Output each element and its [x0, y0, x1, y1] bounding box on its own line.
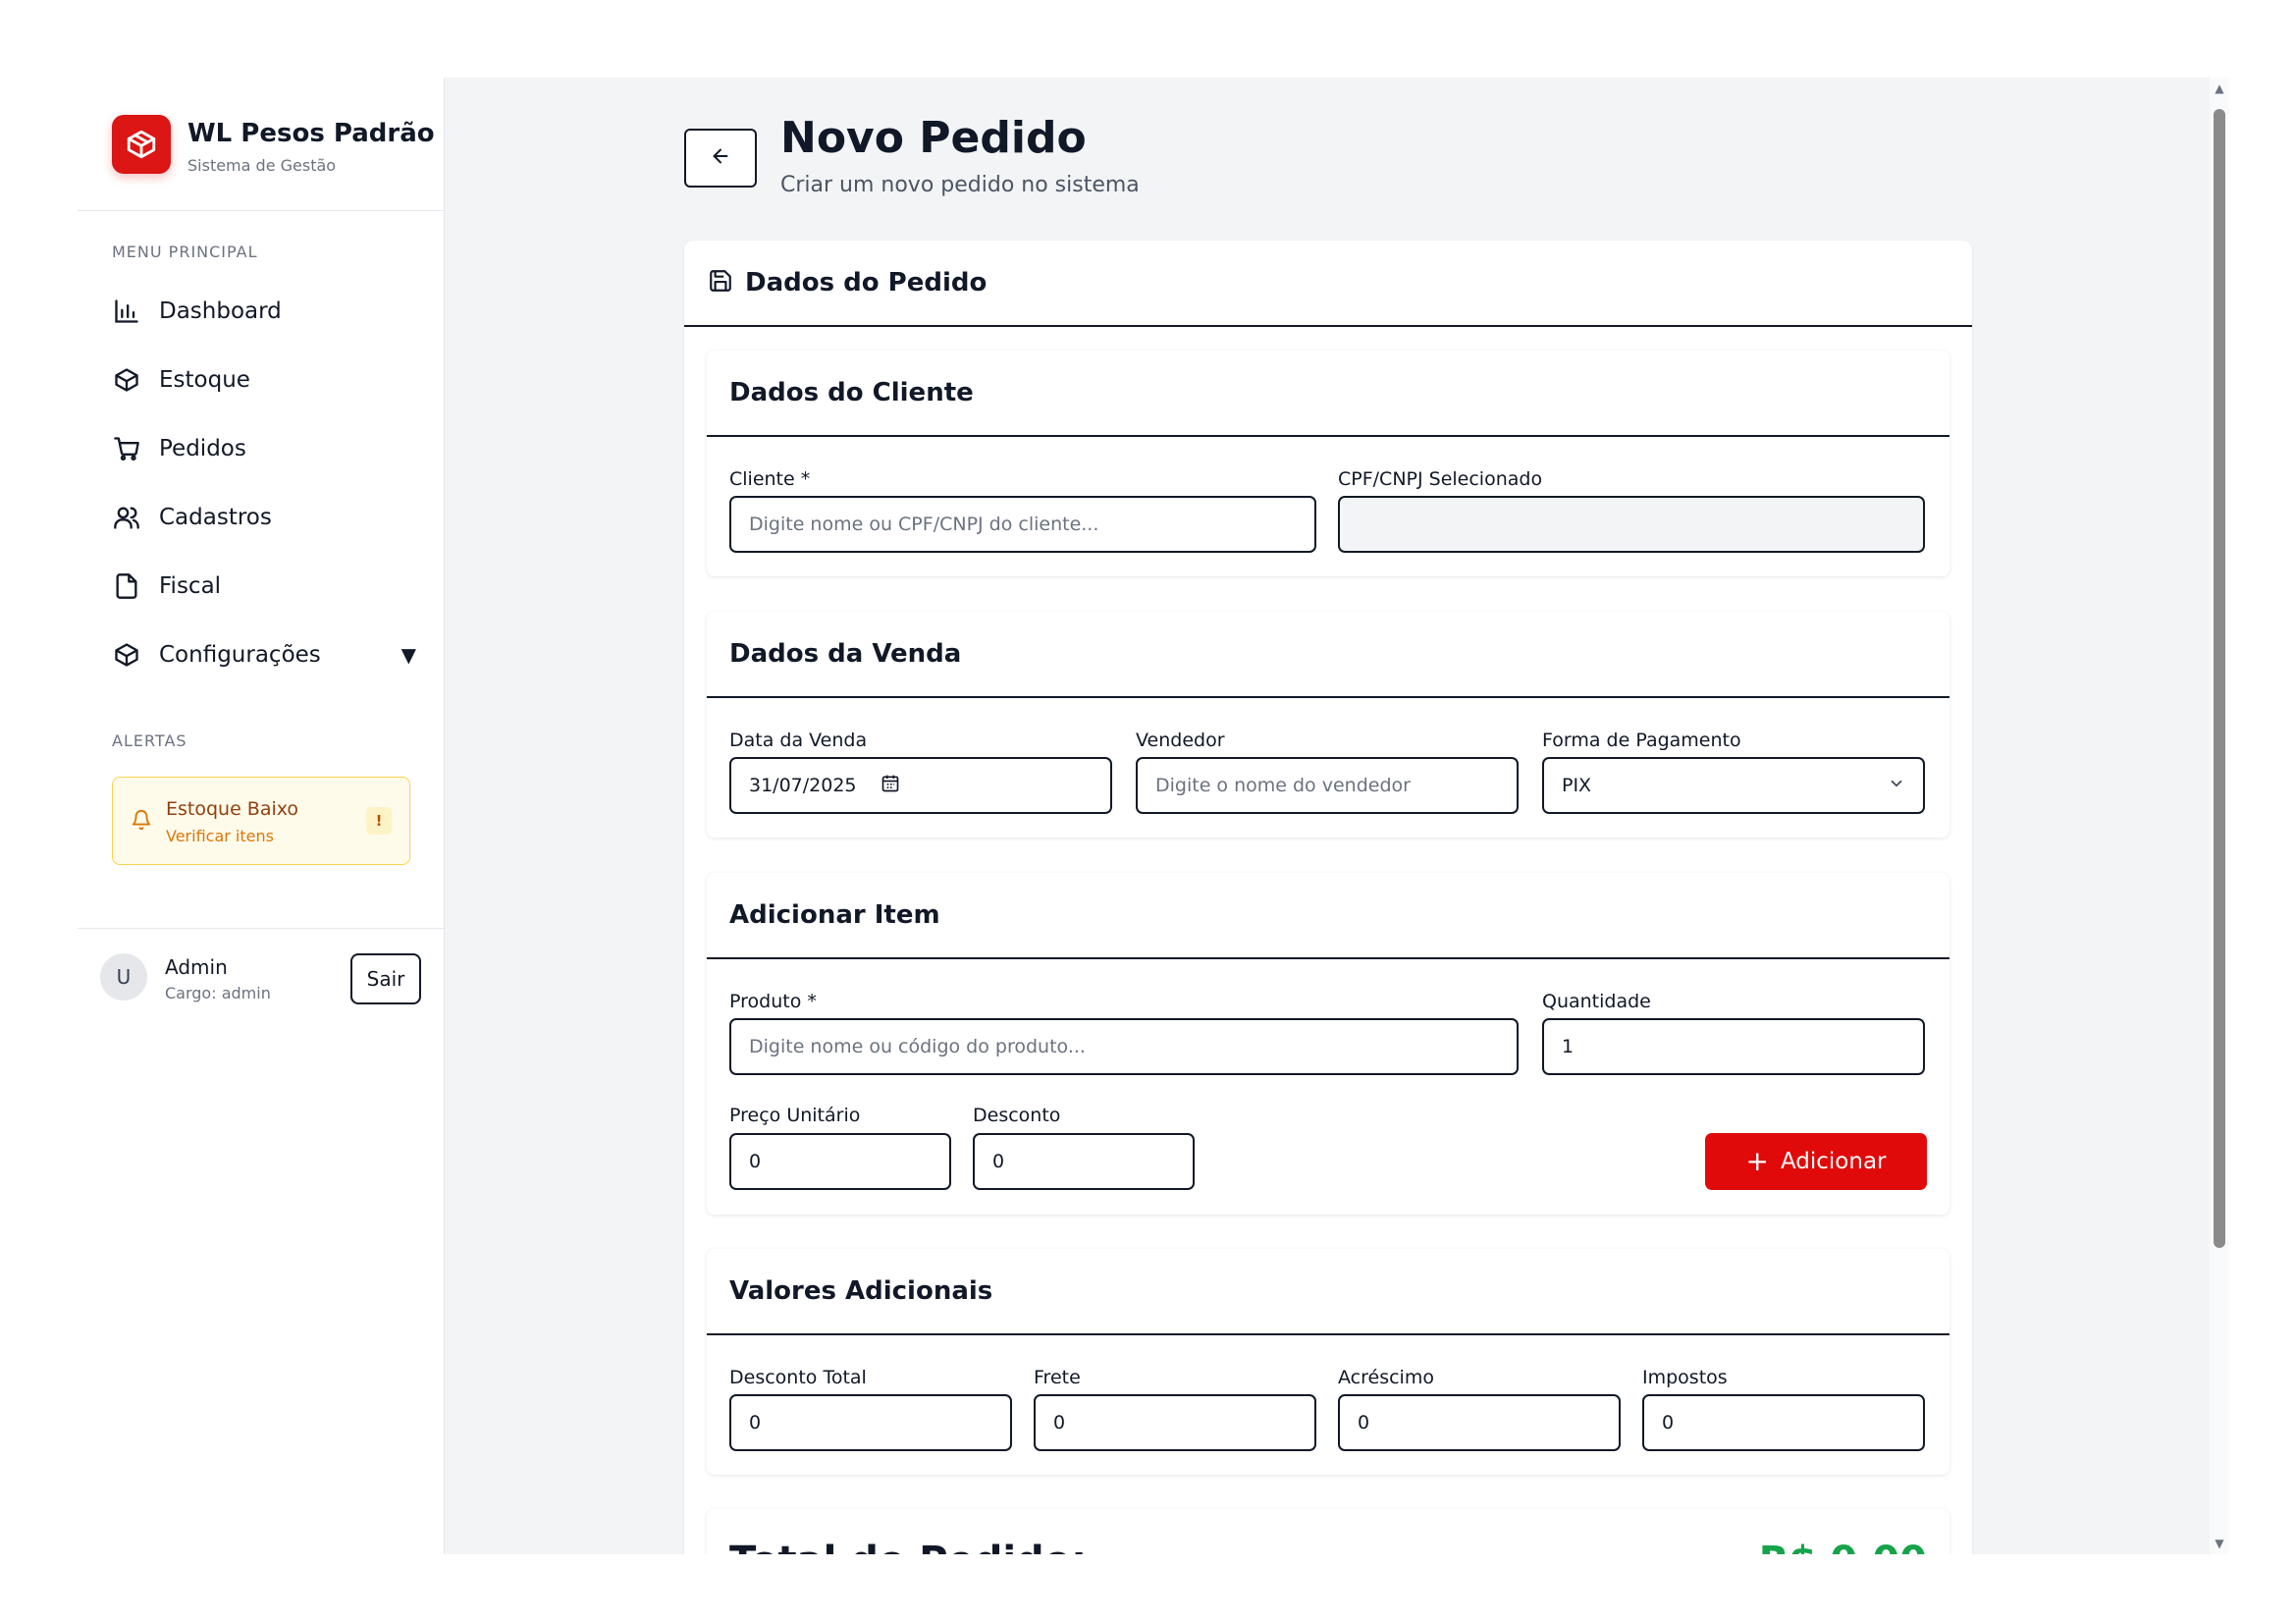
- file-icon: [112, 571, 141, 601]
- product-label: Produto *: [729, 991, 817, 1012]
- cart-icon: [112, 434, 141, 463]
- alert-badge: !: [366, 807, 392, 835]
- menu-section-label: MENU PRINCIPAL: [112, 243, 258, 261]
- client-section: Dados do Cliente Cliente * CPF/CNPJ Sele…: [707, 351, 1949, 576]
- save-icon: [708, 268, 733, 298]
- date-field[interactable]: 31/07/2025: [729, 757, 1112, 814]
- sidebar-item-dashboard[interactable]: Dashboard: [112, 288, 416, 335]
- back-button[interactable]: [684, 129, 757, 188]
- chevron-down-icon[interactable]: ▼: [401, 643, 416, 667]
- date-value: 31/07/2025: [749, 775, 857, 796]
- arrow-left-icon: [710, 145, 731, 171]
- payment-label: Forma de Pagamento: [1542, 730, 1741, 751]
- vertical-scrollbar[interactable]: ▲ ▼: [2210, 78, 2229, 1554]
- discount-label: Desconto: [973, 1105, 1061, 1126]
- sidebar-item-estoque[interactable]: Estoque: [112, 356, 416, 404]
- add-item-section-title: Adicionar Item: [707, 873, 1949, 959]
- scroll-down-icon[interactable]: ▼: [2213, 1537, 2226, 1550]
- unit-price-input[interactable]: [729, 1133, 951, 1190]
- order-card-title: Dados do Pedido: [745, 268, 988, 298]
- low-stock-alert[interactable]: Estoque Baixo Verificar itens !: [112, 777, 410, 865]
- sidebar-item-label: Cadastros: [159, 505, 272, 530]
- sidebar-item-label: Pedidos: [159, 436, 246, 461]
- user-name: Admin: [165, 955, 228, 979]
- order-total-section: Total do Pedido: R$ 0,00: [707, 1509, 1949, 1554]
- bell-icon: [131, 809, 152, 835]
- user-role: Cargo: admin: [165, 984, 271, 1002]
- package-logo-icon: [112, 115, 171, 174]
- doc-label: CPF/CNPJ Selecionado: [1338, 468, 1543, 490]
- discount-input[interactable]: [973, 1133, 1195, 1190]
- taxes-input[interactable]: [1642, 1394, 1925, 1451]
- scrollbar-thumb[interactable]: [2214, 109, 2225, 1248]
- sidebar-item-label: Estoque: [159, 367, 250, 393]
- package-icon: [112, 365, 141, 395]
- client-section-title: Dados do Cliente: [707, 351, 1949, 437]
- chevron-down-icon: [1888, 775, 1905, 797]
- payment-select[interactable]: PIX: [1542, 757, 1925, 814]
- add-item-section: Adicionar Item Produto * Quantidade Preç…: [707, 873, 1949, 1215]
- extra-values-section-title: Valores Adicionais: [707, 1249, 1949, 1335]
- sidebar-item-configuracoes[interactable]: Configurações ▼: [112, 631, 416, 678]
- date-label: Data da Venda: [729, 730, 868, 751]
- add-item-label: Adicionar: [1780, 1149, 1887, 1174]
- quantity-label: Quantidade: [1542, 991, 1651, 1012]
- product-search-input[interactable]: [729, 1018, 1519, 1075]
- seller-input[interactable]: [1136, 757, 1519, 814]
- brand-title: WL Pesos Padrão: [187, 119, 435, 148]
- total-discount-input[interactable]: [729, 1394, 1012, 1451]
- seller-label: Vendedor: [1136, 730, 1225, 751]
- total-discount-label: Desconto Total: [729, 1367, 867, 1388]
- sidebar-item-fiscal[interactable]: Fiscal: [112, 563, 416, 610]
- surcharge-label: Acréscimo: [1338, 1367, 1434, 1388]
- sidebar-item-label: Dashboard: [159, 298, 282, 324]
- taxes-label: Impostos: [1642, 1367, 1728, 1388]
- alert-title: Estoque Baixo: [166, 798, 299, 820]
- plus-icon: +: [1745, 1145, 1769, 1177]
- scroll-up-icon[interactable]: ▲: [2213, 81, 2226, 95]
- sidebar-item-label: Configurações: [159, 642, 321, 668]
- alert-subtitle: Verificar itens: [166, 827, 274, 845]
- doc-field: [1338, 496, 1925, 553]
- unit-price-label: Preço Unitário: [729, 1105, 861, 1126]
- surcharge-input[interactable]: [1338, 1394, 1621, 1451]
- order-card: Dados do Pedido Dados do Cliente Cliente…: [684, 241, 1972, 1554]
- freight-label: Frete: [1034, 1367, 1081, 1388]
- order-total-value: R$ 0,00: [1759, 1539, 1927, 1554]
- page-subtitle: Criar um novo pedido no sistema: [780, 173, 1140, 197]
- calendar-icon[interactable]: [881, 774, 900, 798]
- sidebar-item-label: Fiscal: [159, 573, 222, 599]
- payment-value: PIX: [1562, 775, 1592, 796]
- quantity-input[interactable]: [1542, 1018, 1925, 1075]
- main-content: Novo Pedido Criar um novo pedido no sist…: [446, 78, 2229, 1554]
- sidebar-item-cadastros[interactable]: Cadastros: [112, 494, 416, 541]
- brand-subtitle: Sistema de Gestão: [187, 156, 337, 175]
- order-total-label: Total do Pedido:: [729, 1539, 1087, 1554]
- app-window: WL Pesos Padrão Sistema de Gestão MENU P…: [78, 78, 2229, 1554]
- sidebar: WL Pesos Padrão Sistema de Gestão MENU P…: [78, 78, 445, 1554]
- page-title: Novo Pedido: [780, 113, 1087, 163]
- user-area: U Admin Cargo: admin Sair: [78, 928, 444, 1026]
- extra-values-section: Valores Adicionais Desconto Total Frete …: [707, 1249, 1949, 1475]
- freight-input[interactable]: [1034, 1394, 1316, 1451]
- order-card-header: Dados do Pedido: [684, 241, 1972, 327]
- bar-chart-icon: [112, 297, 141, 326]
- sidebar-item-pedidos[interactable]: Pedidos: [112, 425, 416, 472]
- sale-section: Dados da Venda Data da Venda 31/07/2025 …: [707, 612, 1949, 838]
- avatar: U: [100, 953, 147, 1001]
- add-item-button[interactable]: + Adicionar: [1705, 1133, 1927, 1190]
- package-icon: [112, 640, 141, 670]
- brand-header: WL Pesos Padrão Sistema de Gestão: [78, 78, 444, 211]
- sale-section-title: Dados da Venda: [707, 612, 1949, 698]
- alerts-section-label: ALERTAS: [112, 731, 187, 750]
- logout-button[interactable]: Sair: [350, 953, 421, 1004]
- client-label: Cliente *: [729, 468, 811, 490]
- client-search-input[interactable]: [729, 496, 1316, 553]
- users-icon: [112, 503, 141, 532]
